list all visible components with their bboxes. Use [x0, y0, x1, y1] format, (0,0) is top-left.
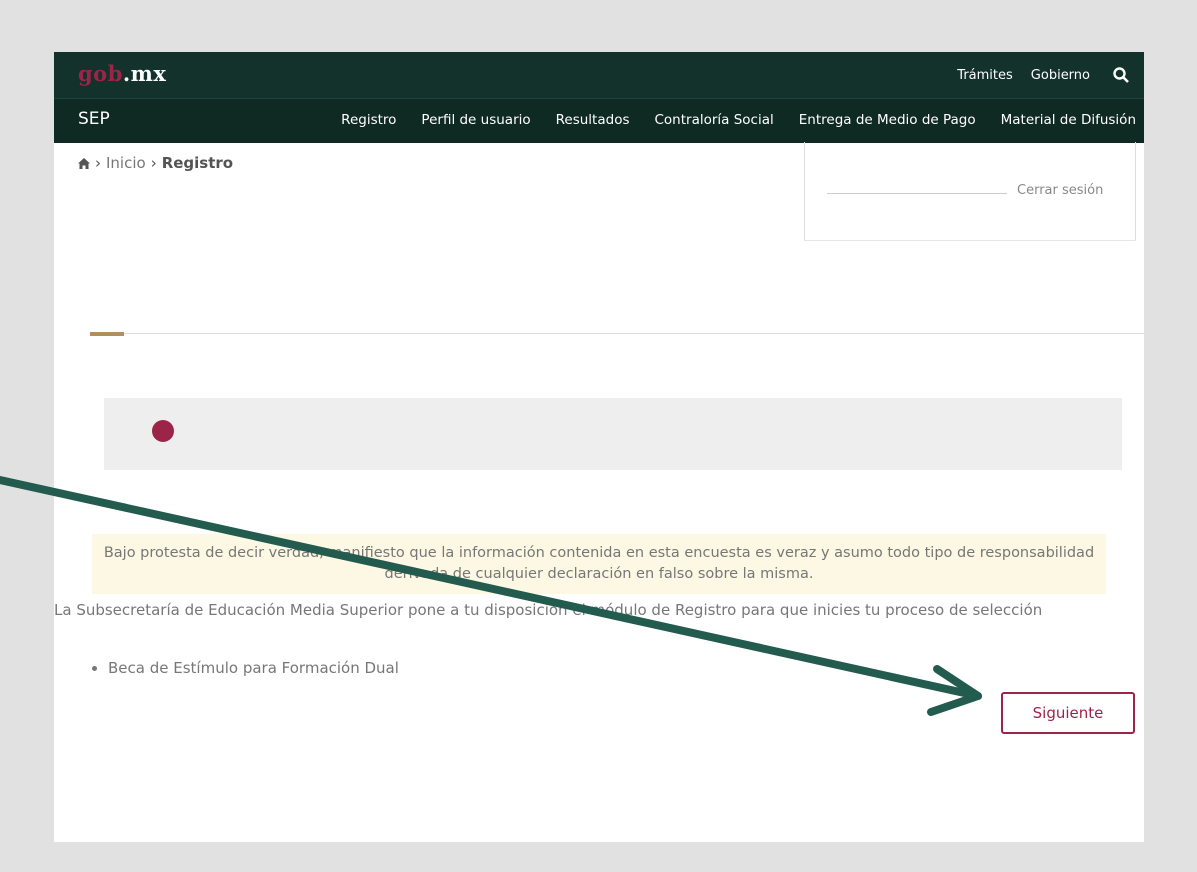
session-panel: Cerrar sesión — [804, 142, 1136, 241]
page-container: gob.mx Trámites Gobierno SEP Registro Pe… — [54, 52, 1144, 842]
top-header: gob.mx Trámites Gobierno — [54, 52, 1144, 98]
breadcrumb-separator: › — [150, 154, 157, 172]
program-list: Beca de Estímulo para Formación Dual — [88, 659, 399, 677]
next-button[interactable]: Siguiente — [1001, 692, 1135, 734]
status-dot-icon — [152, 420, 174, 442]
search-icon[interactable] — [1112, 66, 1130, 84]
header-link-gobierno[interactable]: Gobierno — [1031, 68, 1090, 83]
home-icon[interactable] — [78, 157, 90, 169]
divider-accent — [90, 332, 124, 336]
nav-item-material-difusion[interactable]: Material de Difusión — [1001, 112, 1136, 128]
nav-item-contraloria-social[interactable]: Contraloría Social — [655, 112, 774, 128]
nav-item-resultados[interactable]: Resultados — [556, 112, 630, 128]
status-panel — [104, 398, 1122, 470]
gob-mx-logo[interactable]: gob.mx — [78, 61, 166, 86]
sep-brand[interactable]: SEP — [78, 109, 110, 129]
session-divider — [827, 193, 1007, 194]
header-link-tramites[interactable]: Trámites — [957, 68, 1013, 83]
main-nav: SEP Registro Perfil de usuario Resultado… — [54, 98, 1144, 143]
logout-link[interactable]: Cerrar sesión — [1017, 183, 1103, 198]
nav-item-registro[interactable]: Registro — [341, 112, 396, 128]
breadcrumb-separator: › — [95, 154, 101, 172]
breadcrumb-inicio[interactable]: Inicio — [106, 154, 146, 172]
nav-items: Registro Perfil de usuario Resultados Co… — [316, 112, 1136, 128]
list-item: Beca de Estímulo para Formación Dual — [108, 659, 399, 677]
breadcrumb: › Inicio › Registro — [78, 154, 233, 172]
intro-text: La Subsecretaría de Educación Media Supe… — [54, 601, 1043, 619]
nav-item-entrega-medio-pago[interactable]: Entrega de Medio de Pago — [799, 112, 976, 128]
declaration-notice: Bajo protesta de decir verdad, manifiest… — [92, 534, 1106, 594]
nav-item-perfil-usuario[interactable]: Perfil de usuario — [421, 112, 530, 128]
header-links: Trámites Gobierno — [939, 66, 1130, 84]
section-divider — [90, 333, 1144, 334]
breadcrumb-registro: Registro — [161, 154, 234, 172]
